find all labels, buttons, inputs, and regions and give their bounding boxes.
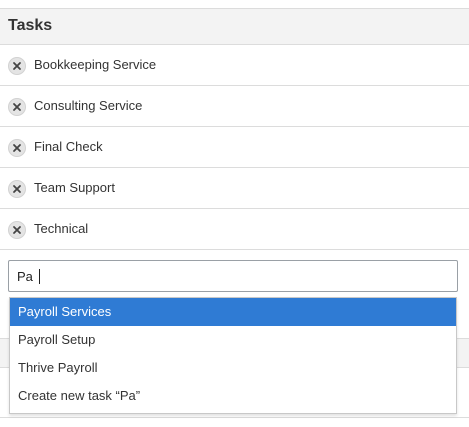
remove-task-button[interactable] <box>8 221 26 239</box>
remove-task-button[interactable] <box>8 139 26 157</box>
close-icon <box>13 226 21 234</box>
task-label: Technical <box>34 221 89 236</box>
remove-task-button[interactable] <box>8 57 26 75</box>
task-label: Bookkeeping Service <box>34 57 157 72</box>
dropdown-option-payroll-services[interactable]: Payroll Services <box>10 298 456 326</box>
autocomplete-dropdown: Payroll Services Payroll Setup Thrive Pa… <box>9 297 457 414</box>
task-label: Team Support <box>34 180 115 195</box>
remove-task-button[interactable] <box>8 98 26 116</box>
task-row: Bookkeeping Service <box>0 45 469 86</box>
tasks-header: Tasks <box>0 8 469 45</box>
task-row: Team Support <box>0 168 469 209</box>
dropdown-option-thrive-payroll[interactable]: Thrive Payroll <box>10 354 456 382</box>
close-icon <box>13 144 21 152</box>
task-row: Technical <box>0 209 469 250</box>
text-caret <box>39 269 40 284</box>
page-title: Tasks <box>8 17 53 34</box>
divider <box>0 417 469 418</box>
close-icon <box>13 62 21 70</box>
tasks-panel: Tasks Bookkeeping Service Consulting Ser… <box>0 0 469 427</box>
task-search-field[interactable] <box>8 260 458 292</box>
dropdown-option-payroll-setup[interactable]: Payroll Setup <box>10 326 456 354</box>
close-icon <box>13 185 21 193</box>
close-icon <box>13 103 21 111</box>
remove-task-button[interactable] <box>8 180 26 198</box>
task-row: Final Check <box>0 127 469 168</box>
task-row: Consulting Service <box>0 86 469 127</box>
task-label: Final Check <box>34 139 103 154</box>
task-label: Consulting Service <box>34 98 143 113</box>
task-search-input[interactable] <box>17 267 437 285</box>
dropdown-option-create-new-task[interactable]: Create new task “Pa” <box>10 382 456 410</box>
